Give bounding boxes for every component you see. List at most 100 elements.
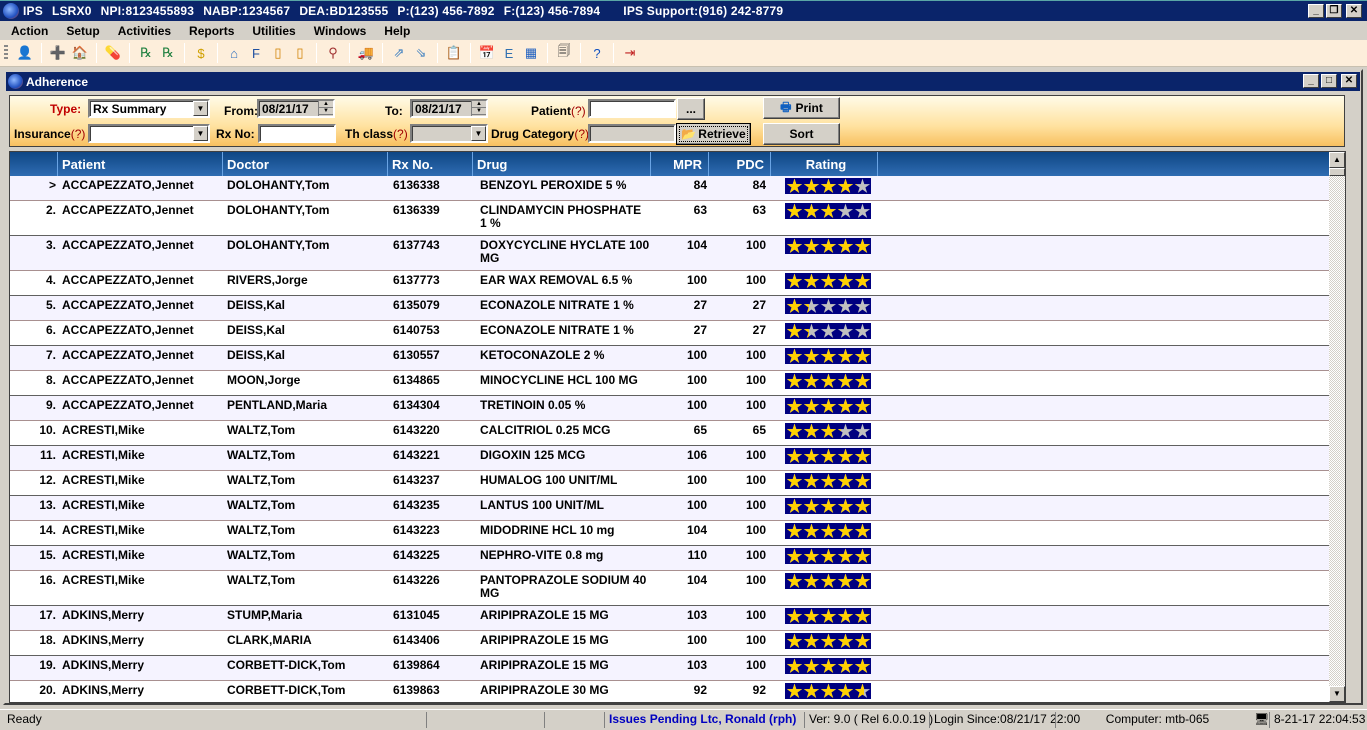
scroll-down-button[interactable]: ▼ [1329, 686, 1345, 702]
calendar-grid-icon[interactable]: ▦ [522, 44, 540, 62]
to-date-input[interactable]: 08/21/17 ▲ ▼ [410, 99, 488, 118]
minimize-button[interactable]: _ [1303, 74, 1319, 88]
menu-setup[interactable]: Setup [56, 24, 107, 38]
menu-help[interactable]: Help [374, 24, 418, 38]
rating-stars: ★★★★★★★★★★ [785, 446, 871, 466]
facility-icon[interactable]: 🏠 [71, 44, 89, 62]
spin-down-icon[interactable]: ▼ [319, 108, 333, 115]
patient-input[interactable] [588, 99, 676, 118]
sort-button[interactable]: Sort [763, 123, 840, 145]
table-row[interactable]: 17. ADKINS,Merry STUMP,Maria 6131045 ARIPIPR… [10, 606, 1345, 631]
drugcat-help[interactable]: (?) [574, 127, 589, 141]
rx-number-cell: 6143235 [393, 498, 440, 512]
table-row[interactable]: 12. ACRESTI,Mike WALTZ,Tom 6143237 HUMALOG 1… [10, 471, 1345, 496]
scroll-thumb[interactable] [1329, 168, 1345, 176]
menu-reports[interactable]: Reports [179, 24, 242, 38]
table-row[interactable]: 10. ACRESTI,Mike WALTZ,Tom 6143220 CALCITRIO… [10, 421, 1345, 446]
status-issues-pending[interactable]: Issues Pending Ltc, Ronald (rph) [604, 712, 796, 728]
header-rating[interactable]: Rating [771, 152, 878, 176]
minimize-button[interactable]: _ [1308, 4, 1324, 18]
exit-icon[interactable]: ⇥ [621, 44, 639, 62]
table-row[interactable]: 2. ACCAPEZZATO,Jennet DOLOHANTY,Tom 6136339… [10, 201, 1345, 236]
drugcat-input[interactable] [588, 124, 676, 143]
vertical-scrollbar[interactable]: ▲ ▼ [1329, 152, 1345, 702]
retrieve-button[interactable]: 📂 Retrieve [676, 123, 751, 145]
table-row[interactable]: 8. ACCAPEZZATO,Jennet MOON,Jorge 6134865 MIN… [10, 371, 1345, 396]
documents-icon[interactable]: 🗐 [555, 43, 573, 62]
toolbar-grip[interactable] [4, 45, 8, 61]
close-button[interactable]: ✕ [1346, 4, 1362, 18]
rxno-input[interactable] [258, 124, 336, 143]
print-button[interactable]: 🖶 Print [763, 97, 840, 119]
reports-icon[interactable]: 📋 [445, 44, 463, 62]
refill-check-icon[interactable]: ▯ [291, 44, 309, 62]
help-icon[interactable]: ? [588, 44, 606, 62]
workflow-icon[interactable]: ⚲ [324, 44, 342, 62]
add-patient-icon[interactable]: ➕ [49, 44, 67, 62]
refill-icon[interactable]: ▯ [269, 44, 287, 62]
patient-help[interactable]: (?) [571, 104, 586, 118]
table-row[interactable]: 16. ACRESTI,Mike WALTZ,Tom 6143226 PANTOPRAZ… [10, 571, 1345, 606]
table-row[interactable]: 6. ACCAPEZZATO,Jennet DEISS,Kal 6140753 ECON… [10, 321, 1345, 346]
table-row[interactable]: 15. ACRESTI,Mike WALTZ,Tom 6143225 NEPHRO-VI… [10, 546, 1345, 571]
search-facility-icon[interactable]: ⌂ [225, 44, 243, 62]
table-row[interactable]: 9. ACCAPEZZATO,Jennet PENTLAND,Maria 613430… [10, 396, 1345, 421]
thclass-help[interactable]: (?) [393, 127, 408, 141]
chevron-down-icon[interactable]: ▼ [193, 101, 208, 116]
patient-browse-button[interactable]: ... [677, 98, 705, 120]
table-row[interactable]: 20. ADKINS,Merry CORBETT-DICK,Tom 6139863 AR… [10, 681, 1345, 702]
star-icon: ★★ [820, 606, 837, 626]
table-row[interactable]: 13. ACRESTI,Mike WALTZ,Tom 6143235 LANTUS 10… [10, 496, 1345, 521]
table-row[interactable]: 11. ACRESTI,Mike WALTZ,Tom 6143221 DIGOXIN 1… [10, 446, 1345, 471]
header-rx-no[interactable]: Rx No. [388, 152, 473, 176]
chevron-down-icon[interactable]: ▼ [471, 126, 486, 141]
table-row[interactable]: 5. ACCAPEZZATO,Jennet DEISS,Kal 6135079 ECON… [10, 296, 1345, 321]
type-select[interactable]: Rx Summary ▼ [88, 99, 210, 118]
restore-button[interactable]: ❐ [1326, 4, 1342, 18]
table-row[interactable]: 18. ADKINS,Merry CLARK,MARIA 6143406 ARIPIPR… [10, 631, 1345, 656]
maximize-button[interactable]: □ [1321, 74, 1337, 88]
rx-list-icon[interactable]: ℞ [137, 44, 155, 62]
insurance-help[interactable]: (?) [71, 127, 86, 141]
chevron-down-icon[interactable]: ▼ [193, 126, 208, 141]
table-row[interactable]: 3. ACCAPEZZATO,Jennet DOLOHANTY,Tom 6137743… [10, 236, 1345, 271]
med-info-icon[interactable]: E [500, 44, 518, 62]
header-patient[interactable]: Patient [58, 152, 223, 176]
schedule-icon[interactable]: 📅 [478, 44, 496, 62]
from-date-input[interactable]: 08/21/17 ▲ ▼ [257, 99, 335, 118]
spin-up-icon[interactable]: ▲ [472, 101, 486, 108]
transfer-out-icon[interactable]: ⇗ [390, 44, 408, 62]
transfer-in-icon[interactable]: ⇘ [412, 44, 430, 62]
pharmacist-icon[interactable]: 👤 [16, 44, 34, 62]
to-date-spinner[interactable]: ▲ ▼ [471, 101, 486, 116]
thclass-select[interactable]: ▼ [410, 124, 488, 143]
header-pdc[interactable]: PDC [709, 152, 771, 176]
star-icon: ★★ [837, 176, 854, 196]
rx-verify-icon[interactable]: ℞ [159, 44, 177, 62]
table-row[interactable]: > ACCAPEZZATO,Jennet DOLOHANTY,Tom 6136338 B… [10, 176, 1345, 201]
menu-action[interactable]: Action [0, 24, 56, 38]
menu-utilities[interactable]: Utilities [242, 24, 303, 38]
table-row[interactable]: 14. ACRESTI,Mike WALTZ,Tom 6143223 MIDODRINE… [10, 521, 1345, 546]
table-row[interactable]: 19. ADKINS,Merry CORBETT-DICK,Tom 6139864 AR… [10, 656, 1345, 681]
from-date-spinner[interactable]: ▲ ▼ [318, 101, 333, 116]
table-row[interactable]: 4. ACCAPEZZATO,Jennet RIVERS,Jorge 6137773 E… [10, 271, 1345, 296]
header-mpr[interactable]: MPR [651, 152, 709, 176]
title-segment: NABP:1234567 [203, 4, 291, 18]
header-doctor[interactable]: Doctor [223, 152, 388, 176]
delivery-truck-icon[interactable]: 🚚 [357, 44, 375, 62]
scroll-up-button[interactable]: ▲ [1329, 152, 1345, 168]
medication-icon[interactable]: 💊 [104, 44, 122, 62]
close-button[interactable]: ✕ [1341, 74, 1357, 88]
insurance-select[interactable]: ▼ [88, 124, 210, 143]
spin-up-icon[interactable]: ▲ [319, 101, 333, 108]
spin-down-icon[interactable]: ▼ [472, 108, 486, 115]
table-row[interactable]: 7. ACCAPEZZATO,Jennet DEISS,Kal 6130557 KETO… [10, 346, 1345, 371]
fill-icon[interactable]: F [247, 44, 265, 62]
menu-activities[interactable]: Activities [108, 24, 179, 38]
header-drug[interactable]: Drug [473, 152, 651, 176]
star-icon: ★★ [854, 446, 871, 466]
menu-windows[interactable]: Windows [304, 24, 375, 38]
billing-icon[interactable]: $ [192, 44, 210, 62]
doctor-cell: DEISS,Kal [227, 348, 286, 362]
